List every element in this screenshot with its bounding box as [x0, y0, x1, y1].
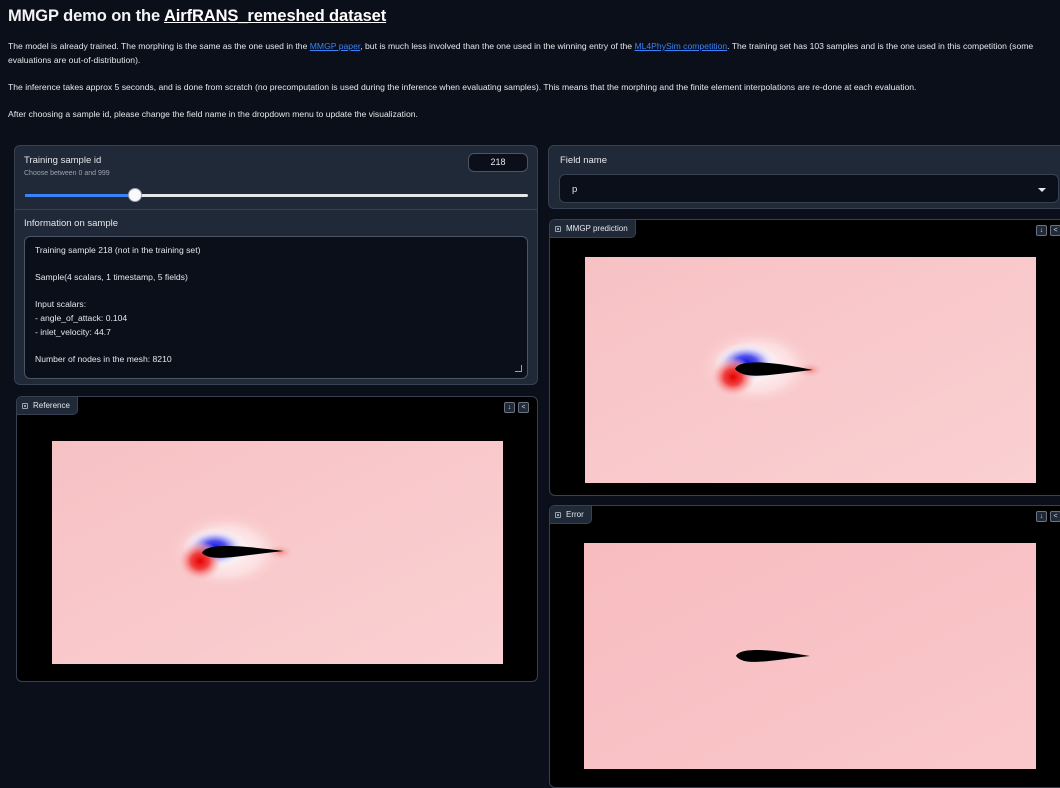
- download-icon[interactable]: ↓: [1036, 511, 1047, 522]
- error-field-plot: [584, 543, 1036, 769]
- image-icon: [555, 225, 561, 232]
- ml4physim-link[interactable]: ML4PhySim competition: [634, 41, 727, 51]
- share-icon[interactable]: <: [1050, 511, 1060, 522]
- title-text: MMGP demo on the: [8, 7, 164, 25]
- field-name-panel: Field name p: [548, 145, 1060, 209]
- intro-paragraph-2: The inference takes approx 5 seconds, an…: [8, 81, 917, 92]
- field-name-label: Field name: [560, 155, 607, 166]
- slider-thumb[interactable]: [127, 188, 142, 202]
- intro-paragraph-3: After choosing a sample id, please chang…: [8, 108, 418, 119]
- slider-fill: [25, 194, 135, 197]
- field-name-dropdown[interactable]: p: [559, 174, 1059, 203]
- reference-image-panel: Reference ↓ <: [16, 396, 538, 682]
- image-icon: [555, 511, 561, 518]
- sample-id-info: Choose between 0 and 999: [24, 170, 110, 177]
- image-icon: [22, 402, 28, 409]
- field-name-selected: p: [572, 184, 578, 195]
- reference-image-label: Reference: [17, 397, 78, 415]
- intro-paragraph-1: The model is already trained. The morphi…: [8, 41, 1034, 65]
- intro-text: The model is already trained. The morphi…: [8, 40, 1056, 135]
- sample-id-number-input[interactable]: 218: [468, 153, 528, 172]
- prediction-field-plot: [585, 257, 1036, 483]
- resize-handle-icon[interactable]: [515, 365, 522, 372]
- error-image-panel: Error ↓ <: [549, 505, 1060, 788]
- information-textarea[interactable]: Training sample 218 (not in the training…: [24, 236, 528, 379]
- page-title: MMGP demo on the AirfRANS_remeshed datas…: [8, 7, 386, 26]
- sample-id-slider[interactable]: [25, 188, 528, 202]
- prediction-image-label: MMGP prediction: [550, 220, 636, 238]
- dataset-link[interactable]: AirfRANS_remeshed dataset: [164, 7, 386, 25]
- sample-controls-panel: Training sample id Choose between 0 and …: [14, 145, 538, 385]
- share-icon[interactable]: <: [518, 402, 529, 413]
- share-icon[interactable]: <: [1050, 225, 1060, 236]
- error-image-label: Error: [550, 506, 592, 524]
- mmgp-paper-link[interactable]: MMGP paper: [310, 41, 360, 51]
- download-icon[interactable]: ↓: [504, 402, 515, 413]
- sample-id-label: Training sample id: [24, 155, 102, 166]
- prediction-image-panel: MMGP prediction ↓ <: [549, 219, 1060, 496]
- information-label: Information on sample: [24, 218, 118, 229]
- chevron-down-icon: [1038, 188, 1046, 192]
- panel-divider: [15, 209, 537, 210]
- download-icon[interactable]: ↓: [1036, 225, 1047, 236]
- reference-field-plot: [52, 441, 503, 664]
